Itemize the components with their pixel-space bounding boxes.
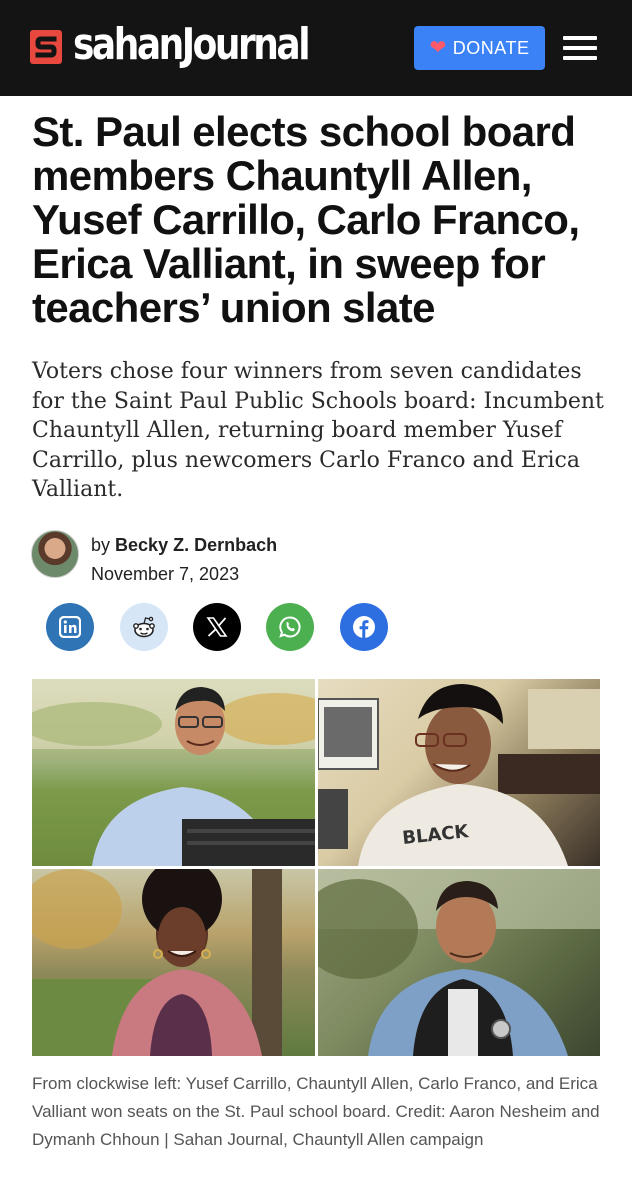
facebook-share-button[interactable] bbox=[340, 603, 388, 651]
whatsapp-share-button[interactable] bbox=[266, 603, 314, 651]
site-header: sahanJournal ❤ DONATE bbox=[0, 0, 632, 96]
byline: by Becky Z. Dernbach bbox=[91, 535, 277, 556]
x-icon bbox=[206, 617, 228, 637]
photo-yusef-carrillo[interactable] bbox=[32, 679, 315, 866]
photo-chauntyll-allen[interactable]: BLACK bbox=[318, 679, 600, 866]
photo-erica-valliant[interactable] bbox=[32, 869, 315, 1056]
publish-date: November 7, 2023 bbox=[91, 564, 240, 584]
donate-label: DONATE bbox=[452, 37, 530, 58]
sahan-logo-icon[interactable] bbox=[30, 30, 62, 64]
heart-icon: ❤ bbox=[429, 37, 447, 59]
linkedin-share-button[interactable] bbox=[46, 603, 94, 651]
linkedin-icon bbox=[59, 616, 81, 638]
site-logo-wordmark[interactable]: sahanJournal bbox=[73, 21, 311, 70]
byline-prefix: by bbox=[91, 535, 111, 555]
x-share-button[interactable] bbox=[193, 603, 241, 651]
photo-carlo-franco[interactable] bbox=[318, 869, 600, 1056]
hamburger-menu-icon[interactable] bbox=[563, 36, 597, 60]
article-dek: Voters chose four winners from seven can… bbox=[32, 359, 604, 502]
whatsapp-icon bbox=[279, 616, 301, 638]
reddit-share-button[interactable] bbox=[120, 603, 168, 651]
author-avatar[interactable] bbox=[31, 530, 79, 578]
reddit-icon bbox=[133, 616, 155, 638]
article-headline: St. Paul elects school board members Cha… bbox=[32, 108, 580, 331]
photo-caption: From clockwise left: Yusef Carrillo, Cha… bbox=[32, 1074, 600, 1149]
facebook-icon bbox=[353, 616, 375, 638]
donate-button[interactable]: ❤ DONATE bbox=[414, 26, 545, 70]
author-link[interactable]: Becky Z. Dernbach bbox=[115, 535, 277, 555]
